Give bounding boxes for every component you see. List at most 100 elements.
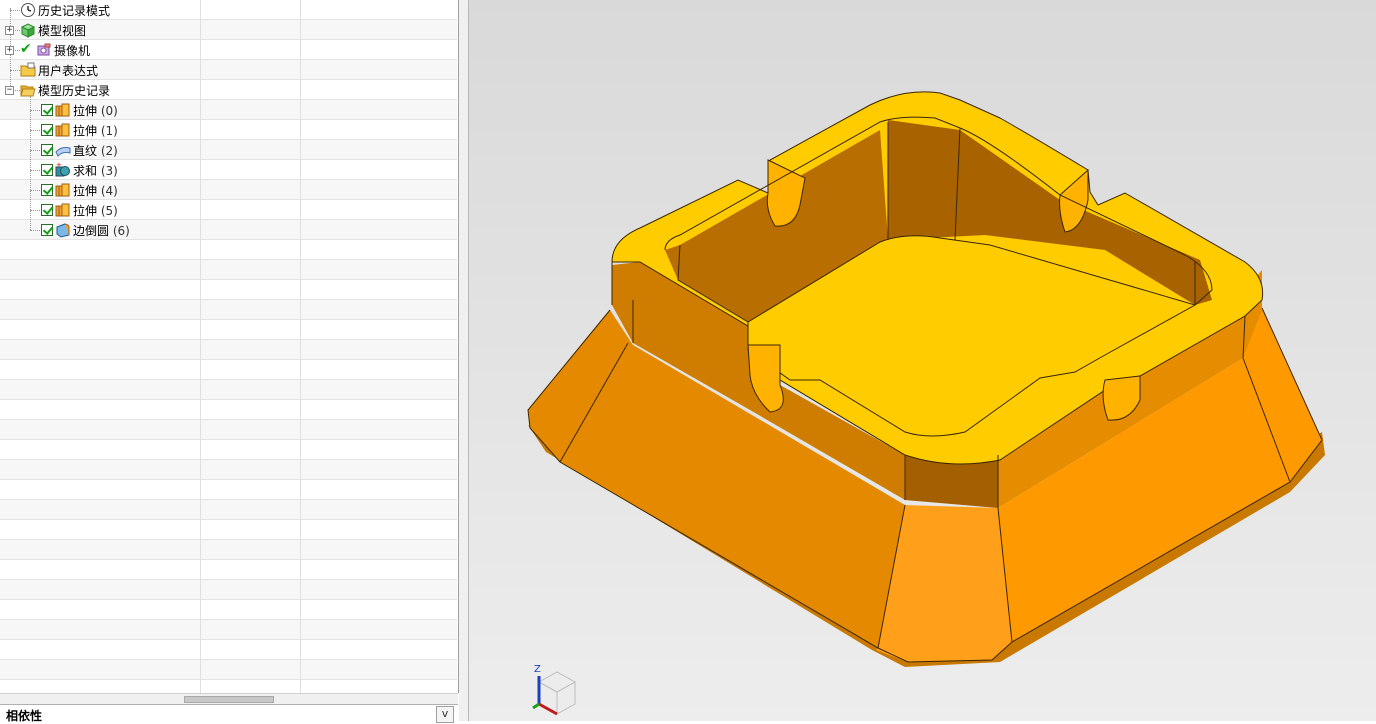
ashtray-model[interactable]	[469, 0, 1376, 721]
tree-node-label[interactable]: 直纹 (2)	[73, 142, 118, 159]
navigator-row	[0, 440, 457, 460]
extrude-icon	[55, 202, 71, 218]
tree-node-label[interactable]: 拉伸 (4)	[73, 182, 118, 199]
navigator-row	[0, 240, 457, 260]
tree-connector	[10, 70, 20, 71]
panel-splitter[interactable]	[459, 0, 469, 721]
extrude-icon	[55, 122, 71, 138]
edge-blend-icon	[55, 222, 71, 238]
navigator-row	[0, 380, 457, 400]
navigator-row	[0, 300, 457, 320]
node-name: 直纹	[73, 144, 101, 158]
navigator-row	[0, 580, 457, 600]
unite-icon: +	[55, 161, 71, 178]
svg-text:+: +	[56, 162, 62, 169]
extrude-icon	[55, 182, 71, 198]
tree-connector	[30, 230, 40, 231]
tree-connector	[30, 110, 40, 111]
part-navigator: 历史记录模式 + 模型视图 + ✔ 摄像机 用户表达式 − 模型历史记录 拉伸 (0) 拉伸 (1)…	[0, 0, 459, 693]
tree-connector	[30, 190, 40, 191]
node-name: 摄像机	[54, 44, 91, 58]
visibility-checkbox[interactable]	[41, 224, 53, 236]
visibility-checkbox[interactable]	[41, 144, 53, 156]
expand-icon[interactable]: +	[5, 26, 14, 35]
node-name: 拉伸	[73, 104, 101, 118]
tree-connector	[30, 210, 40, 211]
navigator-row	[0, 420, 457, 440]
visibility-checkbox[interactable]	[41, 164, 53, 176]
navigator-row	[0, 660, 457, 680]
visibility-checkbox[interactable]	[41, 124, 53, 136]
navigator-row	[0, 480, 457, 500]
ruled-icon	[55, 142, 71, 158]
column-separator[interactable]	[300, 0, 301, 693]
navigator-row	[0, 460, 457, 480]
navigator-row	[0, 400, 457, 420]
node-name: 历史记录模式	[38, 4, 111, 18]
navigator-row	[0, 560, 457, 580]
tree-node-label[interactable]: 模型历史记录	[38, 82, 110, 99]
tree-node-label[interactable]: 拉伸 (5)	[73, 202, 118, 219]
tree-node-label[interactable]: 模型视图	[38, 22, 86, 39]
node-index: (3)	[100, 164, 118, 178]
collapse-icon[interactable]: −	[5, 86, 14, 95]
camera-icon	[36, 42, 52, 58]
expand-icon[interactable]: +	[5, 46, 14, 55]
node-index: (0)	[100, 104, 118, 118]
navigator-row	[0, 600, 457, 620]
visibility-checkbox[interactable]	[41, 104, 53, 116]
tree-node-label[interactable]: 边倒圆 (6)	[73, 222, 130, 239]
navigator-row	[0, 680, 457, 693]
navigator-row	[0, 280, 457, 300]
tree-connector	[30, 170, 40, 171]
navigator-row	[0, 520, 457, 540]
column-separator[interactable]	[200, 0, 201, 693]
extrude-icon	[55, 102, 71, 118]
node-name: 边倒圆	[73, 224, 113, 238]
dependencies-title: 相依性	[6, 709, 43, 723]
tree-connector	[30, 130, 40, 131]
clock-icon	[20, 2, 36, 18]
node-name: 拉伸	[73, 184, 101, 198]
tree-node-label[interactable]: 拉伸 (1)	[73, 122, 118, 139]
node-name: 用户表达式	[38, 64, 99, 78]
folder-open-icon	[20, 82, 36, 98]
navigator-row	[0, 340, 457, 360]
visibility-checkbox[interactable]	[41, 184, 53, 196]
navigator-row	[0, 620, 457, 640]
graphics-viewport[interactable]: Z	[469, 0, 1376, 721]
visibility-checkbox[interactable]	[41, 204, 53, 216]
scrollbar-thumb[interactable]	[184, 696, 274, 703]
node-name: 模型历史记录	[38, 84, 111, 98]
navigator-row	[0, 320, 457, 340]
model-views-icon	[20, 22, 36, 38]
tree-connector	[10, 10, 20, 11]
dependencies-panel-header[interactable]: 相依性 v	[0, 704, 458, 723]
node-name: 拉伸	[73, 204, 101, 218]
tree-node-label[interactable]: 用户表达式	[38, 62, 98, 79]
chevron-down-icon[interactable]: v	[436, 706, 454, 723]
navigator-row	[0, 360, 457, 380]
node-name: 求和	[73, 164, 101, 178]
navigator-row	[0, 260, 457, 280]
node-index: (2)	[100, 144, 118, 158]
node-index: (6)	[112, 224, 130, 238]
node-index: (4)	[100, 184, 118, 198]
tree-node-label[interactable]: 摄像机	[54, 42, 90, 59]
node-name: 模型视图	[38, 24, 87, 38]
checkmark-icon[interactable]: ✔	[20, 41, 32, 57]
tree-node-label[interactable]: 求和 (3)	[73, 162, 118, 179]
tree-connector	[30, 150, 40, 151]
view-triad[interactable]: Z	[527, 660, 587, 720]
navigator-row	[0, 640, 457, 660]
tree-node-label[interactable]: 拉伸 (0)	[73, 102, 118, 119]
navigator-row	[0, 500, 457, 520]
tree-node-label[interactable]: 历史记录模式	[38, 2, 110, 19]
node-index: (1)	[100, 124, 118, 138]
node-index: (5)	[100, 204, 118, 218]
folder-icon	[20, 62, 36, 78]
node-name: 拉伸	[73, 124, 101, 138]
triad-z-label: Z	[534, 664, 541, 675]
horizontal-scrollbar[interactable]	[0, 693, 458, 704]
navigator-row	[0, 540, 457, 560]
